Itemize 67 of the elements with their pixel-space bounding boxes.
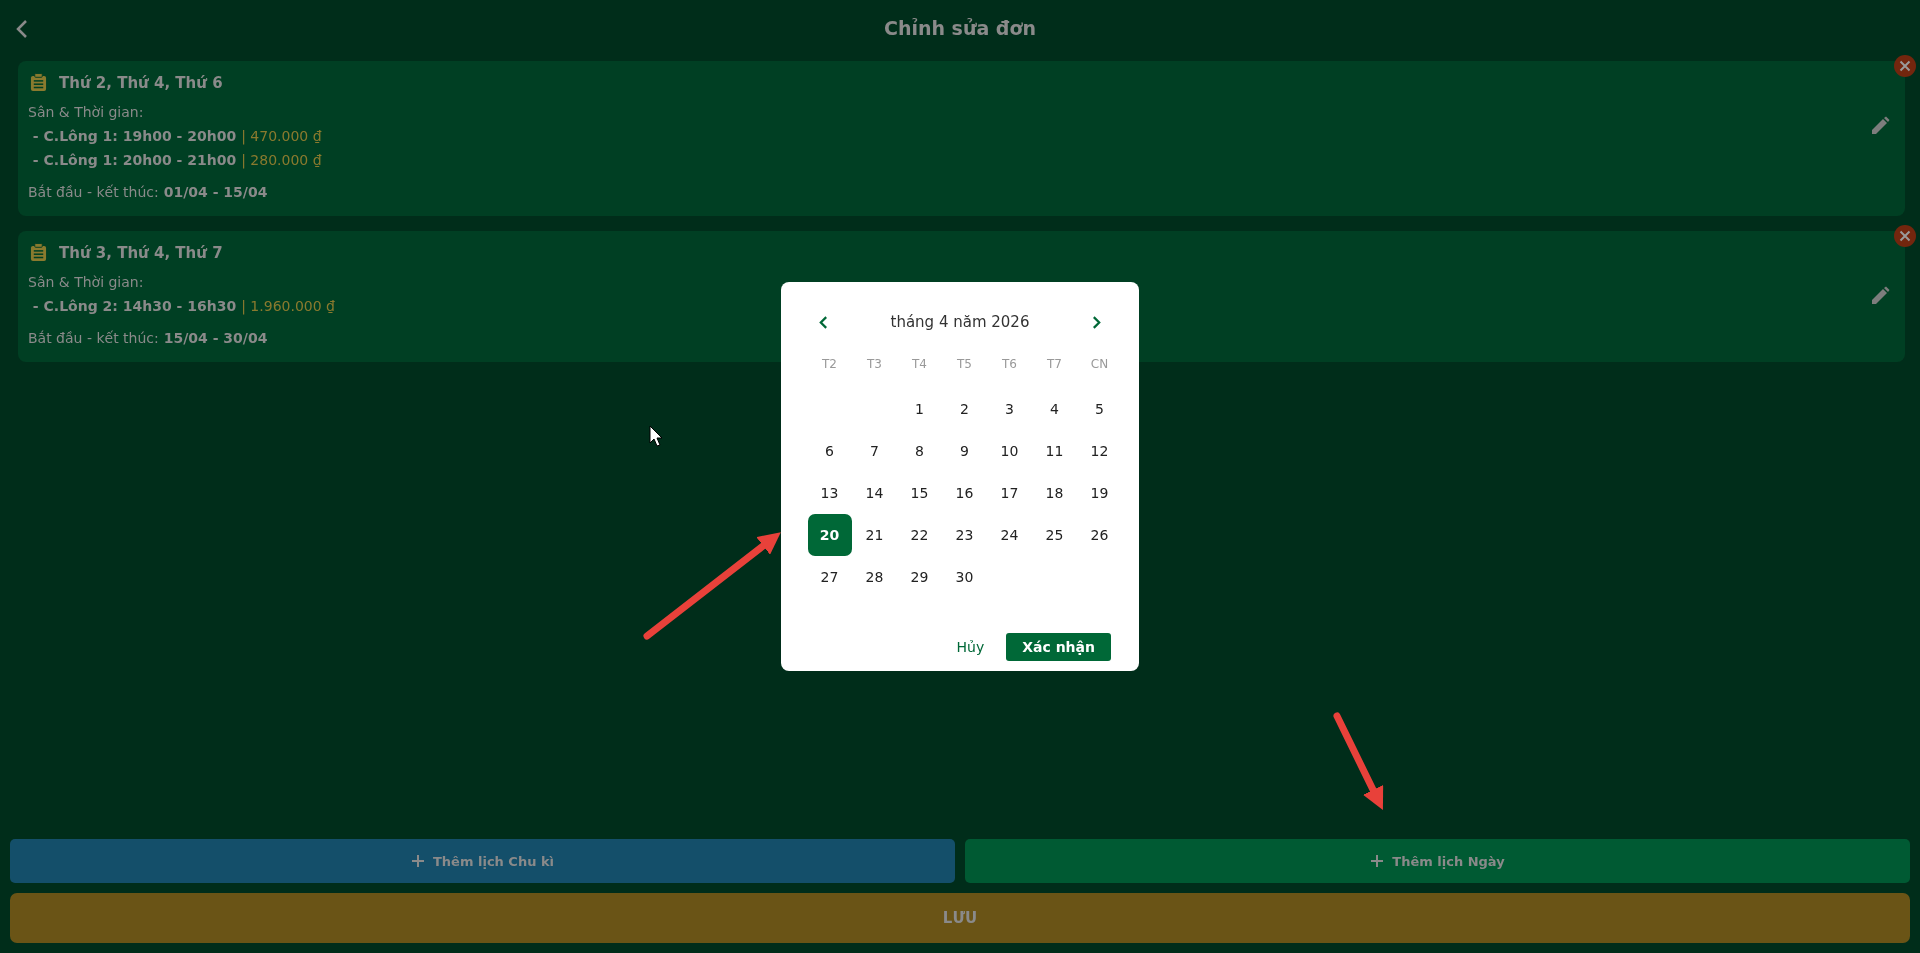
calendar-day[interactable]: 30 — [942, 556, 987, 598]
back-icon[interactable] — [16, 19, 28, 39]
clipboard-icon — [30, 73, 47, 92]
calendar-day[interactable]: 26 — [1077, 514, 1122, 556]
slot-price: | 470.000 ₫ — [241, 127, 322, 146]
edit-pencil-icon[interactable] — [1870, 286, 1890, 306]
clipboard-icon — [30, 243, 47, 262]
calendar-day[interactable]: 21 — [852, 514, 897, 556]
range-dates: 15/04 - 30/04 — [163, 329, 268, 348]
month-title: tháng 4 năm 2026 — [890, 313, 1030, 331]
weekday-label: T5 — [957, 357, 972, 371]
calendar-day[interactable]: 28 — [852, 556, 897, 598]
page-title: Chỉnh sửa đơn — [883, 17, 1037, 39]
calendar-day[interactable]: 15 — [897, 472, 942, 514]
slots-label: Sân & Thời gian: — [28, 273, 145, 292]
weekday-label: T3 — [867, 357, 882, 371]
calendar-day[interactable]: 13 — [807, 472, 852, 514]
range-label: Bắt đầu - kết thúc: — [28, 183, 159, 202]
calendar-day[interactable]: 8 — [897, 430, 942, 472]
weekday-label: CN — [1090, 357, 1109, 371]
previous-month-icon[interactable] — [819, 315, 828, 329]
schedule-days: Thứ 3, Thứ 4, Thứ 7 — [59, 243, 223, 262]
cancel-button[interactable]: Hủy — [954, 635, 987, 659]
slot-price: | 280.000 ₫ — [241, 151, 322, 170]
calendar-day[interactable]: 6 — [807, 430, 852, 472]
confirm-button[interactable]: Xác nhận — [1006, 633, 1111, 661]
weekday-label: T7 — [1047, 357, 1062, 371]
calendar-day[interactable]: 24 — [987, 514, 1032, 556]
calendar-day[interactable]: 12 — [1077, 430, 1122, 472]
weekday-label: T2 — [822, 357, 837, 371]
weekday-label: T6 — [1002, 357, 1017, 371]
schedule-days: Thứ 2, Thứ 4, Thứ 6 — [59, 73, 223, 92]
calendar-day[interactable]: 27 — [807, 556, 852, 598]
calendar-day[interactable]: 4 — [1032, 388, 1077, 430]
calendar-day[interactable]: 29 — [897, 556, 942, 598]
plus-icon — [1370, 854, 1385, 868]
calendar-day[interactable]: 16 — [942, 472, 987, 514]
mouse-cursor-icon — [649, 425, 663, 447]
calendar-day[interactable]: 1 — [897, 388, 942, 430]
calendar-day[interactable]: 5 — [1077, 388, 1122, 430]
calendar-day[interactable]: 25 — [1032, 514, 1077, 556]
calendar-day[interactable]: 22 — [897, 514, 942, 556]
calendar-day[interactable]: 11 — [1032, 430, 1077, 472]
calendar-day[interactable]: 2 — [942, 388, 987, 430]
calendar-day[interactable]: 9 — [942, 430, 987, 472]
edit-pencil-icon[interactable] — [1870, 116, 1890, 136]
slot-time: - C.Lông 1: 19h00 - 20h00 — [31, 127, 237, 146]
calendar-day[interactable]: 19 — [1077, 472, 1122, 514]
next-month-icon[interactable] — [1092, 315, 1101, 329]
calendar-day[interactable]: 23 — [942, 514, 987, 556]
slot-price: | 1.960.000 ₫ — [241, 297, 335, 316]
calendar-day[interactable]: 18 — [1032, 472, 1077, 514]
weekday-label: T4 — [912, 357, 927, 371]
close-icon[interactable] — [1894, 225, 1916, 247]
range-label: Bắt đầu - kết thúc: — [28, 329, 159, 348]
calendar-day[interactable]: 20 — [807, 514, 852, 556]
calendar-day[interactable]: 14 — [852, 472, 897, 514]
calendar-day[interactable]: 10 — [987, 430, 1032, 472]
calendar-day[interactable]: 3 — [987, 388, 1032, 430]
calendar-day[interactable]: 17 — [987, 472, 1032, 514]
slots-label: Sân & Thời gian: — [28, 103, 145, 122]
range-dates: 01/04 - 15/04 — [163, 183, 268, 202]
close-icon[interactable] — [1894, 55, 1916, 77]
slot-time: - C.Lông 1: 20h00 - 21h00 — [31, 151, 237, 170]
calendar-day[interactable]: 7 — [852, 430, 897, 472]
plus-icon — [410, 854, 425, 868]
slot-time: - C.Lông 2: 14h30 - 16h30 — [31, 297, 237, 316]
